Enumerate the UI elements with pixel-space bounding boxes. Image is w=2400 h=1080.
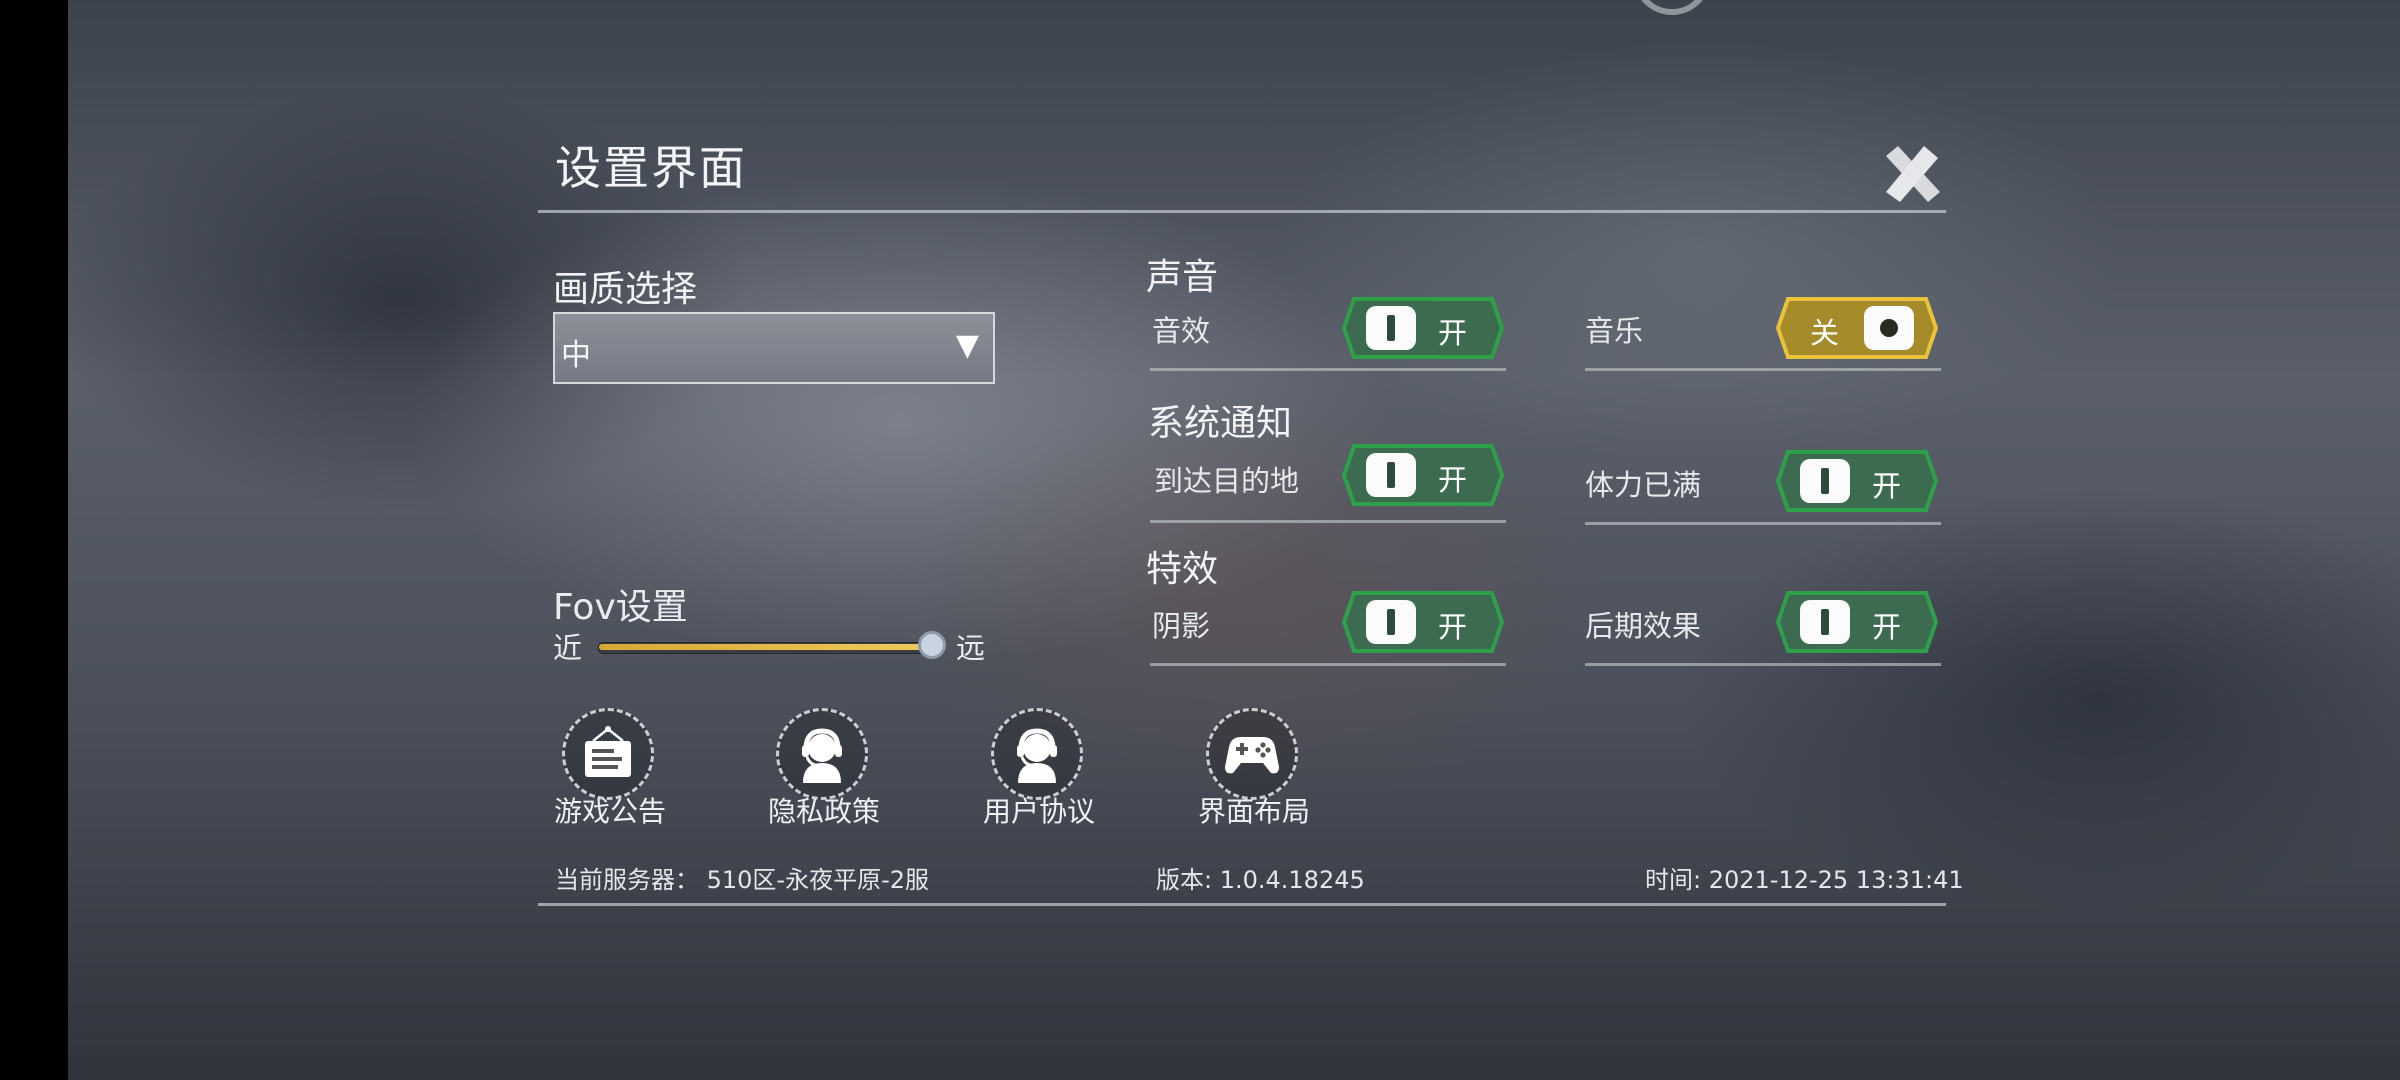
arrive-label: 到达目的地 — [1154, 464, 1300, 498]
sfx-underline — [1150, 368, 1506, 371]
post-effect-toggle-state: 开 — [1872, 610, 1902, 644]
fov-near-label: 近 — [553, 631, 583, 665]
effects-section-label: 特效 — [1146, 549, 1219, 590]
sfx-label: 音效 — [1152, 314, 1211, 348]
time-info: 时间: 2021-12-25 13:31:41 — [1645, 866, 1964, 894]
music-toggle-state: 关 — [1810, 316, 1840, 350]
fov-slider-track[interactable] — [598, 642, 932, 654]
screen-edge-bar — [0, 0, 68, 1080]
shadow-toggle[interactable]: 开 — [1342, 591, 1504, 653]
shadow-label: 阴影 — [1152, 609, 1211, 643]
stamina-toggle-state: 开 — [1872, 469, 1902, 503]
arrive-toggle[interactable]: 开 — [1342, 444, 1504, 506]
privacy-icon — [802, 728, 842, 783]
stamina-label: 体力已满 — [1585, 468, 1702, 502]
dropdown-arrow-icon: ▼ — [955, 328, 979, 363]
sound-section-label: 声音 — [1146, 257, 1219, 298]
privacy-button[interactable]: 隐私政策 — [754, 708, 894, 838]
quality-selected: 中 — [561, 338, 591, 373]
close-button[interactable] — [1878, 140, 1948, 210]
privacy-label: 隐私政策 — [767, 795, 880, 828]
post-effect-underline — [1585, 663, 1941, 666]
notify-section-label: 系统通知 — [1148, 403, 1293, 444]
music-label: 音乐 — [1585, 314, 1644, 348]
version-info: 版本: 1.0.4.18245 — [1156, 866, 1365, 894]
sfx-toggle-state: 开 — [1438, 316, 1468, 350]
announcement-icon — [585, 726, 631, 777]
header-divider — [538, 210, 1946, 213]
fov-label: Fov设置 — [553, 587, 688, 628]
fov-far-label: 远 — [956, 631, 986, 665]
status-ring-icon — [1641, 0, 1703, 15]
arrive-underline — [1150, 520, 1506, 523]
user-agreement-button[interactable]: 用户协议 — [969, 708, 1109, 838]
stamina-underline — [1585, 522, 1941, 525]
announcement-label: 游戏公告 — [553, 795, 666, 828]
sfx-toggle[interactable]: 开 — [1342, 297, 1504, 359]
page-title: 设置界面 — [555, 141, 747, 195]
fov-slider-fill — [599, 644, 931, 650]
shadow-underline — [1150, 663, 1506, 666]
post-effect-toggle[interactable]: 开 — [1776, 591, 1938, 653]
music-underline — [1585, 368, 1941, 371]
arrive-toggle-state: 开 — [1438, 463, 1468, 497]
agreement-icon — [1017, 728, 1057, 783]
agreement-label: 用户协议 — [982, 795, 1095, 828]
post-effect-label: 后期效果 — [1585, 609, 1702, 643]
layout-label: 界面布局 — [1197, 795, 1310, 828]
gamepad-icon — [1225, 737, 1279, 774]
quality-dropdown[interactable]: 中 ▼ — [553, 312, 995, 384]
server-info: 当前服务器： 510区-永夜平原-2服 — [555, 866, 930, 894]
shadow-toggle-state: 开 — [1438, 610, 1468, 644]
fov-slider-thumb[interactable] — [918, 631, 946, 659]
footer-divider — [538, 903, 1946, 906]
quality-label: 画质选择 — [553, 269, 698, 310]
layout-button[interactable]: 界面布局 — [1184, 708, 1324, 838]
stamina-toggle[interactable]: 开 — [1776, 450, 1938, 512]
music-toggle[interactable]: 关 — [1776, 297, 1938, 359]
announcement-button[interactable]: 游戏公告 — [540, 708, 680, 838]
close-icon — [1886, 146, 1940, 202]
